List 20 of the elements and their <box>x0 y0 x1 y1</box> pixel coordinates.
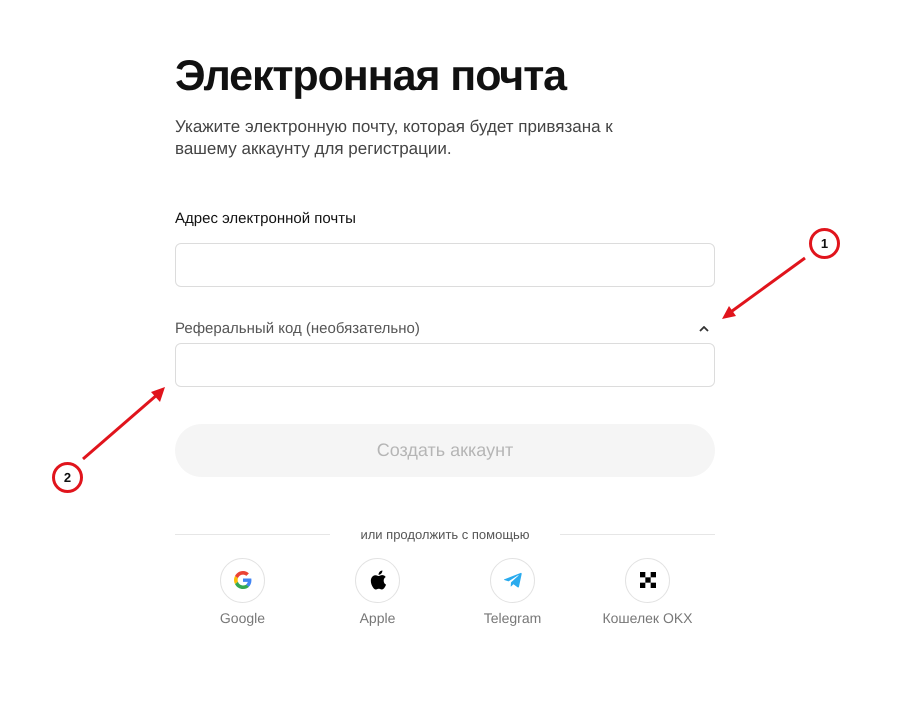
sign-in-option-button[interactable] <box>625 558 670 602</box>
divider-text: или продолжить с помощью <box>360 526 530 544</box>
provider-label: Google <box>220 608 266 628</box>
sign-in-option-button[interactable] <box>355 558 400 602</box>
callout-badge: 2 <box>52 462 83 493</box>
provider-label: Telegram <box>484 608 542 628</box>
caret-icon[interactable] <box>699 326 709 332</box>
provider-label: Кошелек OKX <box>602 608 693 628</box>
checker-icon <box>640 572 656 588</box>
field-label: Реферальный код (необязательно) <box>175 319 420 339</box>
paper-plane-icon <box>504 572 522 588</box>
google-icon <box>234 571 252 589</box>
referral-code-field[interactable] <box>175 343 715 387</box>
email-field[interactable] <box>175 243 715 287</box>
description: Укажите электронную почту, которая будет привязана к вашему аккаунту для регистрации. <box>175 116 614 160</box>
callout-badge: 1 <box>809 228 840 259</box>
apple-icon <box>368 570 386 590</box>
field-label: Адрес электронной почты <box>175 209 356 229</box>
provider-label: Apple <box>360 608 396 628</box>
page-title: Электронная почта <box>175 51 568 102</box>
